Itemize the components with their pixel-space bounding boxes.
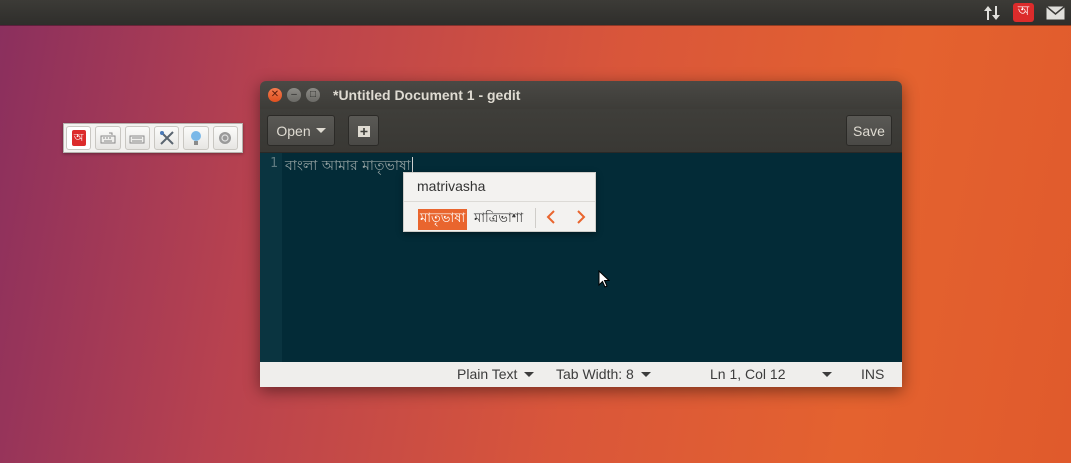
top-panel: অ [0,0,1071,25]
chevron-down-icon [640,371,651,377]
title-bar[interactable]: ✕ – □ *Untitled Document 1 - gedit [260,81,902,109]
network-icon[interactable] [983,3,1001,22]
status-bar: Plain Text Tab Width: 8 Ln 1, Col 12 INS [260,362,902,387]
divider [404,201,595,202]
candidate-item[interactable]: মাত্রিভাশা [472,209,525,230]
cursor-position-selector[interactable]: Ln 1, Col 12 [710,366,832,382]
header-toolbar: Open Save [260,109,902,153]
cursor-position-label: Ln 1, Col 12 [710,366,786,382]
preedit-text: matrivasha [417,178,486,194]
close-icon[interactable]: ✕ [268,88,282,102]
insert-mode-indicator: INS [861,366,884,382]
candidate-item-selected[interactable]: মাতৃভাষা [418,209,468,230]
language-glyph: অ [71,130,86,146]
line-number-gutter: 1 [260,153,282,362]
open-label: Open [276,122,311,139]
line-number: 1 [270,156,278,171]
keyboard-mode-icon[interactable] [95,126,121,150]
minimize-icon[interactable]: – [287,88,301,102]
window-title: *Untitled Document 1 - gedit [333,87,521,103]
new-document-button[interactable] [348,115,379,146]
save-button[interactable]: Save [846,115,892,146]
mail-icon[interactable] [1045,3,1065,22]
tab-width-selector[interactable]: Tab Width: 8 [556,366,651,382]
tab-width-label: Tab Width: 8 [556,366,634,382]
text-cursor [411,157,413,172]
settings-tools-icon[interactable] [153,126,180,150]
gedit-window: ✕ – □ *Untitled Document 1 - gedit Open … [260,81,902,387]
candidate-popup: matrivasha মাতৃভাষা মাত্রিভাশা [403,172,596,232]
maximize-icon[interactable]: □ [306,88,320,102]
bengali-language-icon[interactable]: অ [66,126,92,150]
editor-text: বাংলা আমার মাতৃভাষা [285,158,411,174]
chevron-left-icon[interactable] [544,207,558,227]
chevron-down-icon [821,371,832,377]
new-document-icon [357,125,370,137]
keyboard-layout-icon[interactable] [124,126,150,150]
divider [535,208,536,228]
mouse-pointer-icon [598,269,611,293]
input-method-icon[interactable]: অ [1013,3,1034,22]
language-selector[interactable]: Plain Text [457,366,535,382]
chevron-right-icon[interactable] [574,207,588,227]
input-method-glyph: অ [1017,4,1030,19]
editor-text-line[interactable]: বাংলা আমার মাতৃভাষা [285,154,413,178]
about-icon[interactable] [212,126,238,150]
help-bulb-icon[interactable] [183,126,209,150]
insert-mode-label: INS [861,366,885,382]
input-method-toolbar: অ [63,123,243,153]
chevron-down-icon [315,128,326,133]
open-button[interactable]: Open [267,115,335,146]
language-label: Plain Text [457,366,518,382]
chevron-down-icon [524,371,535,377]
